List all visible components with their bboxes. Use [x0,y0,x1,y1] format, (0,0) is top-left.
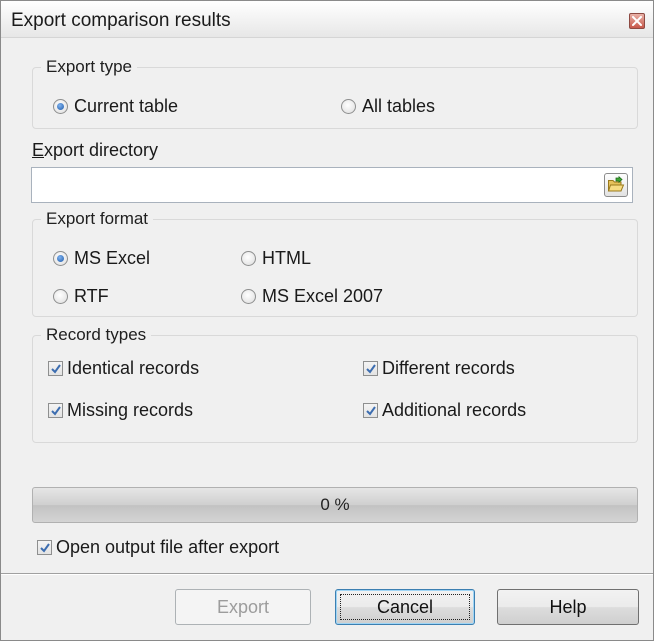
radio-rtf-indicator[interactable] [53,288,68,304]
checkbox-open-output-file-box[interactable] [37,539,52,555]
cancel-button[interactable]: Cancel [335,589,475,625]
checkbox-open-output-file[interactable]: Open output file after export [37,536,279,558]
export-format-legend: Export format [41,208,154,230]
export-type-legend: Export type [41,56,137,78]
export-directory-mnemonic: E [32,140,45,160]
checkbox-missing-records[interactable]: Missing records [48,399,193,421]
radio-ms-excel-2007-label: MS Excel 2007 [262,286,384,306]
checkbox-additional-records-label: Additional records [382,400,527,420]
browse-directory-button[interactable] [604,173,628,197]
radio-ms-excel-label: MS Excel [74,248,151,268]
close-icon [632,16,642,26]
export-button-label: Export [216,597,270,617]
checkbox-different-records-label: Different records [382,358,515,378]
export-directory-input[interactable] [31,167,633,203]
record-types-legend: Record types [41,324,152,346]
check-icon [51,363,61,374]
check-icon [366,405,376,416]
checkbox-identical-records-box[interactable] [48,360,63,376]
radio-rtf-label: RTF [74,286,109,306]
cancel-button-label: Cancel [376,597,434,617]
title-bar[interactable]: Export comparison results [1,1,653,38]
help-button-label: Help [549,597,587,617]
radio-html[interactable]: HTML [241,247,311,269]
checkbox-open-output-file-label: Open output file after export [56,537,280,557]
checkbox-additional-records[interactable]: Additional records [363,399,526,421]
checkbox-different-records[interactable]: Different records [363,357,515,379]
checkbox-identical-records[interactable]: Identical records [48,357,199,379]
export-button[interactable]: Export [175,589,311,625]
check-icon [51,405,61,416]
radio-ms-excel-2007-indicator[interactable] [241,288,256,304]
checkbox-identical-records-label: Identical records [67,358,200,378]
check-icon [40,542,50,553]
radio-all-tables[interactable]: All tables [341,95,435,117]
record-types-group: Record types [32,324,638,443]
folder-open-icon [607,176,625,192]
checkbox-different-records-box[interactable] [363,360,378,376]
checkbox-missing-records-label: Missing records [67,400,194,420]
export-progress-text: 0 % [320,495,350,514]
radio-html-indicator[interactable] [241,250,256,266]
radio-all-tables-label: All tables [362,96,436,116]
export-directory-label: Export directory [32,139,158,161]
checkbox-additional-records-box[interactable] [363,402,378,418]
export-progress-bar: 0 % [32,487,638,523]
radio-html-label: HTML [262,248,311,268]
radio-current-table[interactable]: Current table [53,95,178,117]
export-directory-label-text: xport directory [44,140,159,160]
radio-all-tables-indicator[interactable] [341,98,356,114]
window-title: Export comparison results [11,10,231,31]
radio-ms-excel[interactable]: MS Excel [53,247,150,269]
checkbox-missing-records-box[interactable] [48,402,63,418]
check-icon [366,363,376,374]
radio-current-table-label: Current table [74,96,179,116]
radio-ms-excel-indicator[interactable] [53,250,68,266]
radio-current-table-indicator[interactable] [53,98,68,114]
help-button[interactable]: Help [497,589,639,625]
close-button[interactable] [629,13,645,29]
radio-rtf[interactable]: RTF [53,285,109,307]
button-separator [1,573,653,575]
radio-ms-excel-2007[interactable]: MS Excel 2007 [241,285,383,307]
export-dialog: Export comparison results Export type Cu… [0,0,654,641]
